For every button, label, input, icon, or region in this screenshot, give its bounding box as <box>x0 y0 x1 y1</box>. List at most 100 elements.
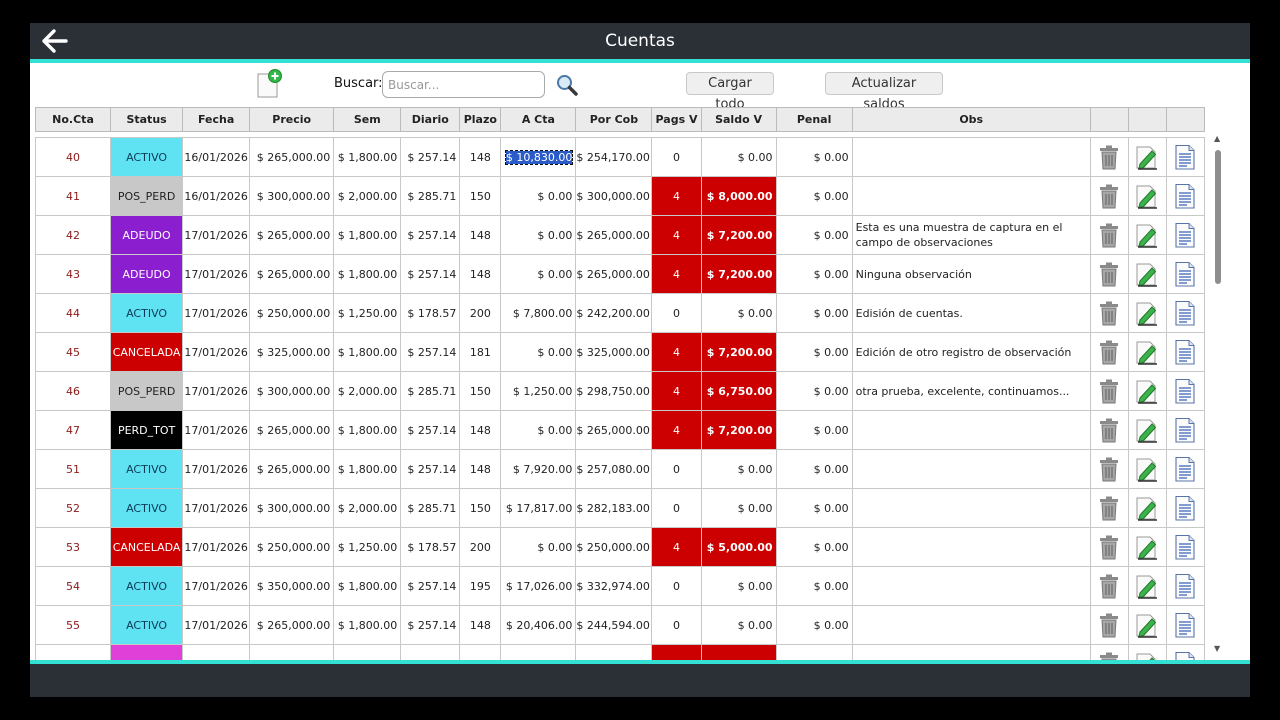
status-cell[interactable]: ACTIVO <box>110 137 184 177</box>
paid-cell[interactable]: $ 0.00 <box>500 215 577 255</box>
overdue-balance-cell[interactable]: $ 5,000.00 <box>700 527 777 567</box>
daily-cell[interactable]: $ 257.14 <box>400 215 461 255</box>
status-cell[interactable]: ACTIVO <box>110 293 184 333</box>
paid-cell[interactable]: $ 0.00 <box>500 527 577 567</box>
overdue-payments-cell[interactable]: 4 <box>651 215 702 255</box>
paid-cell[interactable]: $ 0.00 <box>500 644 577 660</box>
detail-document-icon[interactable] <box>1173 378 1197 404</box>
load-all-button[interactable]: Cargar todo <box>686 72 774 112</box>
account-number-cell[interactable]: 43 <box>35 254 112 294</box>
date-cell[interactable]: 16/01/2026 <box>182 137 251 177</box>
update-balances-button[interactable]: Actualizar saldos <box>825 72 943 112</box>
weekly-cell[interactable]: $ 2,000.00 <box>333 488 402 528</box>
daily-cell[interactable]: $ 285.71 <box>400 488 461 528</box>
date-cell[interactable]: 17/01/2026 <box>182 644 251 660</box>
detail-document-cell[interactable] <box>1165 527 1205 567</box>
paid-cell[interactable]: $ 17,817.00 <box>500 488 577 528</box>
status-cell[interactable]: ACTIVO <box>110 566 184 606</box>
detail-document-icon[interactable] <box>1173 222 1197 248</box>
penalty-cell[interactable]: $ 0.00 <box>775 605 853 645</box>
scroll-up-icon[interactable]: ▲ <box>1214 134 1222 143</box>
paid-cell[interactable]: $ 7,920.00 <box>500 449 577 489</box>
date-cell[interactable]: 17/01/2026 <box>182 527 251 567</box>
account-number-cell[interactable]: 46 <box>35 371 112 411</box>
price-cell[interactable]: $ 265,000.00 <box>249 215 335 255</box>
weekly-cell[interactable]: $ 1,250.00 <box>333 644 402 660</box>
col-header[interactable]: No.Cta <box>35 107 112 132</box>
status-cell[interactable]: ACTIVO <box>110 488 184 528</box>
price-cell[interactable]: $ 250,000.00 <box>249 527 335 567</box>
overdue-payments-cell[interactable]: 3 <box>651 644 702 660</box>
penalty-cell[interactable]: $ 0.00 <box>775 293 853 333</box>
detail-document-cell[interactable] <box>1165 215 1205 255</box>
col-header[interactable]: Saldo V <box>700 107 777 132</box>
overdue-payments-cell[interactable]: 0 <box>651 566 702 606</box>
observations-cell[interactable] <box>851 527 1091 567</box>
penalty-cell[interactable]: $ 0.00 <box>775 449 853 489</box>
paid-cell[interactable]: $ 0.00 <box>500 410 577 450</box>
weekly-cell[interactable]: $ 1,800.00 <box>333 605 402 645</box>
edit-icon[interactable] <box>1135 341 1159 365</box>
pending-cell[interactable]: $ 250,000.00 <box>575 644 653 660</box>
date-cell[interactable]: 17/01/2026 <box>182 215 251 255</box>
pending-cell[interactable]: $ 265,000.00 <box>575 254 653 294</box>
detail-document-cell[interactable] <box>1165 488 1205 528</box>
weekly-cell[interactable]: $ 1,800.00 <box>333 137 402 177</box>
weekly-cell[interactable]: $ 1,800.00 <box>333 215 402 255</box>
table-row[interactable]: 55 ACTIVO 17/01/2026 $ 265,000.00 $ 1,800.00… <box>35 605 1205 645</box>
observations-cell[interactable] <box>851 137 1091 177</box>
detail-document-icon[interactable] <box>1173 144 1197 170</box>
pending-cell[interactable]: $ 282,183.00 <box>575 488 653 528</box>
pending-cell[interactable]: $ 254,170.00 <box>575 137 653 177</box>
table-row[interactable]: 45 CANCELADA 17/01/2026 $ 325,000.00 $ 1,800… <box>35 332 1205 372</box>
edit-icon[interactable] <box>1135 185 1159 209</box>
term-cell[interactable]: 150 <box>459 176 502 216</box>
edit-cell[interactable] <box>1127 137 1167 177</box>
pending-cell[interactable]: $ 300,000.00 <box>575 176 653 216</box>
term-cell[interactable]: 148 <box>459 254 502 294</box>
scrollbar-thumb[interactable] <box>1215 150 1221 284</box>
edit-cell[interactable] <box>1127 566 1167 606</box>
detail-document-cell[interactable] <box>1165 176 1205 216</box>
price-cell[interactable]: $ 250,000.00 <box>249 293 335 333</box>
term-cell[interactable]: 150 <box>459 488 502 528</box>
table-row[interactable]: 47 PERD_TOT 17/01/2026 $ 265,000.00 $ 1,800.… <box>35 410 1205 450</box>
edit-cell[interactable] <box>1127 371 1167 411</box>
detail-document-cell[interactable] <box>1165 410 1205 450</box>
overdue-payments-cell[interactable]: 0 <box>651 293 702 333</box>
search-input[interactable] <box>382 71 545 98</box>
status-cell[interactable]: ACTIVO <box>110 449 184 489</box>
daily-cell[interactable]: $ 285.71 <box>400 176 461 216</box>
delete-icon[interactable] <box>1097 457 1121 482</box>
detail-document-icon[interactable] <box>1173 534 1197 560</box>
table-row[interactable]: 40 ACTIVO 16/01/2026 $ 265,000.00 $ 1,800.00… <box>35 137 1205 177</box>
weekly-cell[interactable]: $ 1,250.00 <box>333 293 402 333</box>
overdue-balance-cell[interactable]: $ 0.00 <box>700 605 777 645</box>
table-row[interactable]: 44 ACTIVO 17/01/2026 $ 250,000.00 $ 1,250.00… <box>35 293 1205 333</box>
detail-document-icon[interactable] <box>1173 300 1197 326</box>
date-cell[interactable]: 17/01/2026 <box>182 449 251 489</box>
weekly-cell[interactable]: $ 1,800.00 <box>333 566 402 606</box>
term-cell[interactable]: 148 <box>459 410 502 450</box>
col-header[interactable]: Status <box>110 107 184 132</box>
term-cell[interactable]: 148 <box>459 137 502 177</box>
penalty-cell[interactable]: $ 0.00 <box>775 527 853 567</box>
weekly-cell[interactable]: $ 1,800.00 <box>333 254 402 294</box>
weekly-cell[interactable]: $ 1,250.00 <box>333 527 402 567</box>
delete-icon[interactable] <box>1097 418 1121 443</box>
delete-cell[interactable] <box>1089 410 1129 450</box>
delete-cell[interactable] <box>1089 254 1129 294</box>
weekly-cell[interactable]: $ 2,000.00 <box>333 176 402 216</box>
paid-cell[interactable]: $ 20,406.00 <box>500 605 577 645</box>
observations-cell[interactable]: Esta es una muestra de captura en el cam… <box>851 215 1091 255</box>
date-cell[interactable]: 17/01/2026 <box>182 332 251 372</box>
delete-icon[interactable] <box>1097 613 1121 638</box>
penalty-cell[interactable]: $ 0.00 <box>775 332 853 372</box>
daily-cell[interactable]: $ 178.57 <box>400 644 461 660</box>
penalty-cell[interactable]: $ 0.00 <box>775 215 853 255</box>
weekly-cell[interactable]: $ 1,800.00 <box>333 410 402 450</box>
pending-cell[interactable]: $ 265,000.00 <box>575 215 653 255</box>
delete-icon[interactable] <box>1097 574 1121 599</box>
observations-cell[interactable] <box>851 176 1091 216</box>
edit-cell[interactable] <box>1127 410 1167 450</box>
